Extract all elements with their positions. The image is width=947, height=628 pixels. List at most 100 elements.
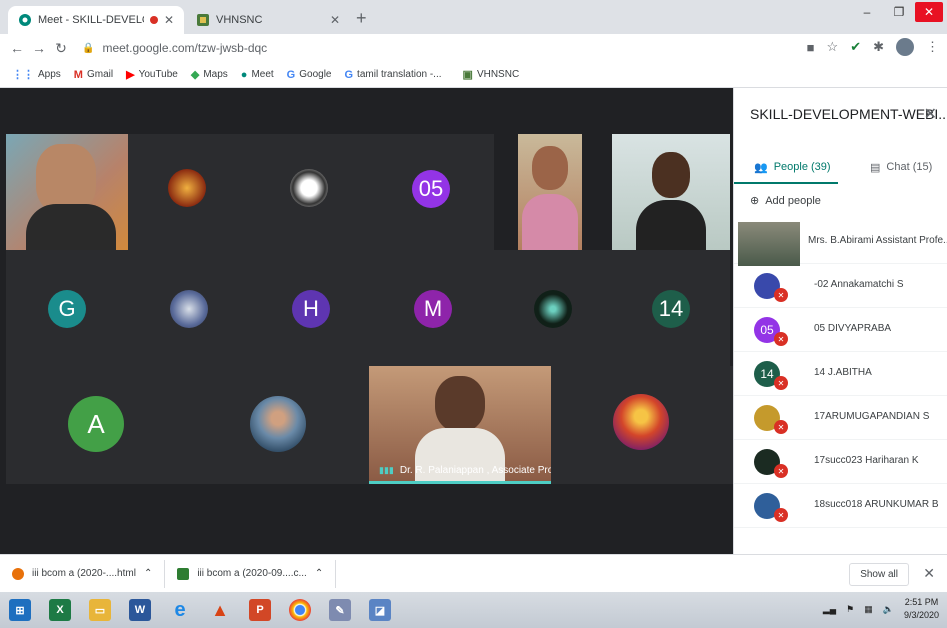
participant-tile[interactable]: H (250, 250, 372, 366)
tab-people[interactable]: 👥 People (39) (754, 150, 831, 184)
chevron-up-icon[interactable]: ⌃ (315, 568, 323, 579)
back-icon[interactable]: ← (6, 40, 28, 56)
clock-time: 2:51 PM (904, 597, 939, 607)
participant-row[interactable]: ✕ 18succ018 ARUNKUMAR B (734, 484, 947, 528)
camera-icon[interactable]: ■ (807, 40, 815, 55)
app-icon: ◪ (369, 599, 391, 621)
taskbar-matlab[interactable]: ▲ (200, 592, 240, 628)
restore-icon[interactable]: ❐ (883, 0, 915, 24)
participant-row[interactable]: 05 ✕ 05 DIVYAPRABA (734, 308, 947, 352)
bookmark-apps[interactable]: ⋮⋮ Apps (12, 68, 61, 81)
browser-tab-strip: Meet - SKILL-DEVELOPMENT ✕ VHNSNC ✕ + – … (0, 0, 947, 34)
active-tab-indicator (734, 182, 838, 184)
speaker-name-label: ▮▮▮ Dr. R. Palaniappan , Associate Pro..… (379, 465, 551, 476)
flag-icon[interactable]: ⚑ (846, 604, 854, 615)
new-tab-button[interactable]: + (356, 8, 367, 29)
chat-icon: ▤ (870, 161, 881, 174)
participant-video-tile[interactable] (6, 134, 128, 250)
show-all-button[interactable]: Show all (849, 563, 909, 586)
participant-tile[interactable] (250, 134, 372, 250)
menu-icon[interactable]: ⋮ (926, 39, 939, 55)
bookmark-gmail[interactable]: M Gmail (74, 69, 113, 81)
bookmark-tamil-translation[interactable]: Gtamil translation -... (344, 69, 441, 81)
extensions-icon[interactable]: ✱ (873, 39, 884, 55)
taskbar-powerpoint[interactable]: P (240, 592, 280, 628)
address-bar[interactable]: 🔒 meet.google.com/tzw-jwsb-dqc (82, 41, 782, 55)
taskbar-ie[interactable]: e (160, 592, 200, 628)
mic-muted-icon: ✕ (774, 376, 788, 390)
chrome-icon (289, 599, 311, 621)
participant-tile[interactable]: A (6, 366, 188, 484)
close-downloads-icon[interactable]: ✕ (923, 565, 935, 582)
forward-icon[interactable]: → (28, 40, 50, 56)
minimize-icon[interactable]: – (851, 0, 883, 24)
participant-photo (534, 290, 572, 328)
participant-video-tile[interactable] (612, 134, 730, 250)
youtube-icon: ▶ (126, 69, 135, 81)
meeting-title: SKILL-DEVELOPMENT-WEBI... (750, 106, 947, 122)
windows-taskbar: ⊞ X ▭ W e ▲ P ✎ ◪ ▂▄ ⚑ ▦ 🔈 2:51 PM 9/3/2… (0, 592, 947, 628)
signal-icon[interactable]: ▂▄ (823, 604, 836, 615)
tab-meet[interactable]: Meet - SKILL-DEVELOPMENT ✕ (8, 6, 184, 34)
bookmark-youtube[interactable]: ▶ YouTube (126, 68, 178, 81)
window-close-icon[interactable]: ✕ (915, 2, 943, 22)
star-icon[interactable]: ☆ (827, 39, 839, 55)
participant-tile[interactable] (128, 134, 250, 250)
gmail-icon: M (73, 68, 83, 81)
participant-row[interactable]: ✕ 17ARUMUGAPANDIAN S (734, 396, 947, 440)
participant-tile[interactable] (188, 366, 370, 484)
bookmark-maps[interactable]: ◆ Maps (191, 68, 228, 81)
participant-row[interactable]: Mrs. B.Abirami Assistant Profe... (734, 220, 947, 266)
close-tab-icon[interactable]: ✕ (164, 13, 174, 27)
reload-icon[interactable]: ↻ (50, 40, 72, 57)
participant-tile[interactable] (551, 366, 733, 484)
bookmark-vhnsnc[interactable]: ▣ VHNSNC (463, 68, 520, 81)
close-panel-icon[interactable]: ✕ (924, 104, 937, 124)
participant-video-tile[interactable] (518, 134, 582, 250)
network-icon[interactable]: ▦ (864, 604, 873, 615)
check-extension-icon[interactable]: ✔ (850, 39, 861, 55)
person-body (26, 204, 116, 250)
mic-muted-icon: ✕ (774, 332, 788, 346)
taskbar-word[interactable]: W (120, 592, 160, 628)
participant-tile[interactable]: M (372, 250, 494, 366)
clock[interactable]: 2:51 PM 9/3/2020 (904, 596, 939, 622)
word-icon: W (129, 599, 151, 621)
chevron-up-icon[interactable]: ⌃ (144, 568, 152, 579)
volume-icon[interactable]: 🔈 (883, 604, 894, 615)
close-tab-icon[interactable]: ✕ (330, 13, 340, 27)
taskbar-chrome[interactable] (280, 592, 320, 628)
participant-tile[interactable] (128, 250, 250, 366)
participants-list: Mrs. B.Abirami Assistant Profe... ✕ -02 … (734, 220, 947, 528)
tab-chat[interactable]: ▤ Chat (15) (870, 150, 932, 184)
taskbar-explorer[interactable]: ▭ (80, 592, 120, 628)
participant-row[interactable]: 14 ✕ 14 J.ABITHA (734, 352, 947, 396)
taskbar-excel[interactable]: X (40, 592, 80, 628)
taskbar-app[interactable]: ◪ (360, 592, 400, 628)
participant-photo (250, 396, 306, 452)
person-face (652, 152, 690, 198)
participant-tile[interactable]: 05 (372, 134, 494, 250)
participant-photo (170, 290, 208, 328)
add-people-button[interactable]: ⊕ Add people (750, 194, 821, 208)
participant-tile[interactable]: G (6, 250, 128, 366)
download-item[interactable]: iii bcom a (2020-....html ⌃ (0, 559, 166, 588)
participant-row[interactable]: ✕ 17succ023 Hariharan K (734, 440, 947, 484)
download-item[interactable]: iii bcom a (2020-09....c... ⌃ (165, 559, 337, 588)
profile-avatar[interactable] (896, 38, 914, 56)
active-speaker-video-tile[interactable]: ▮▮▮ Dr. R. Palaniappan , Associate Pro..… (369, 366, 551, 484)
tab-title: VHNSNC (216, 14, 263, 26)
tab-vhnsnc[interactable]: VHNSNC ✕ (186, 6, 350, 34)
start-button[interactable]: ⊞ (0, 592, 40, 628)
browser-toolbar: ← → ↻ 🔒 meet.google.com/tzw-jwsb-dqc ■ ☆… (0, 34, 947, 62)
participant-name: Mrs. B.Abirami Assistant Profe... (808, 235, 947, 246)
person-body (522, 194, 578, 250)
participant-row[interactable]: ✕ -02 Annakamatchi S (734, 264, 947, 308)
taskbar-paint[interactable]: ✎ (320, 592, 360, 628)
bookmark-meet[interactable]: ● Meet (241, 69, 274, 81)
participant-tile[interactable]: 14 (612, 250, 730, 366)
participant-name: 14 J.ABITHA (814, 367, 872, 378)
bookmark-google[interactable]: G Google (287, 69, 332, 81)
participant-tile[interactable] (494, 250, 612, 366)
participant-name: -02 Annakamatchi S (814, 279, 904, 290)
